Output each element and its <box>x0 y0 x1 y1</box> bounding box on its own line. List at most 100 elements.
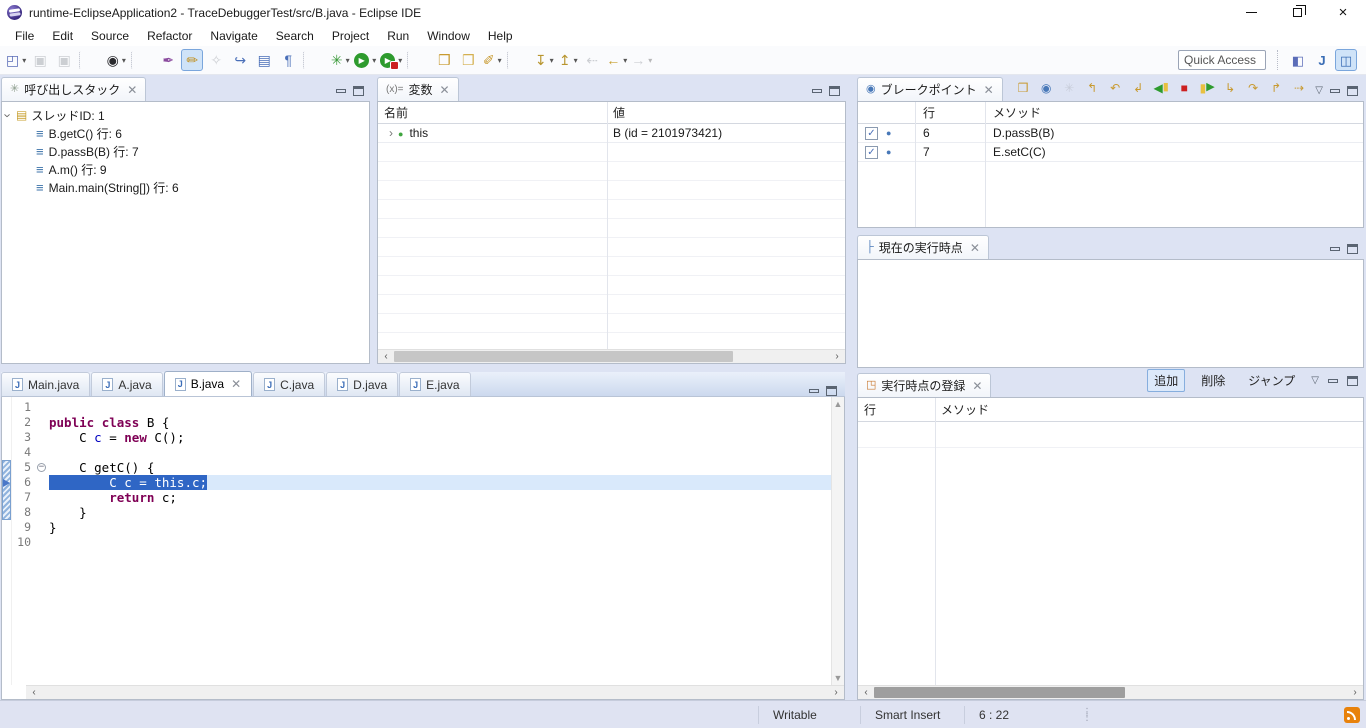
debug-trace-icon[interactable]: ✳ <box>1060 78 1079 97</box>
quick-access-input[interactable]: Quick Access <box>1178 50 1266 70</box>
dropdown-arrow-icon[interactable]: ▾ <box>574 56 578 65</box>
column-header-line[interactable]: 行 <box>915 104 985 121</box>
menu-item[interactable]: Edit <box>43 27 82 45</box>
scroll-up-icon[interactable]: ▲ <box>832 399 844 409</box>
close-icon[interactable]: ✕ <box>127 83 137 97</box>
step-backward-icon[interactable]: ◀ ▮ <box>1152 78 1171 97</box>
stack-frame-row[interactable]: ≡ Main.main(String[]) 行: 6 <box>2 178 369 196</box>
fold-collapse-icon[interactable]: − <box>37 463 46 472</box>
scroll-right-icon[interactable]: › <box>828 687 844 698</box>
scroll-left-icon[interactable]: ‹ <box>26 687 42 698</box>
editor-tab[interactable]: J B.java ✕ <box>164 371 252 396</box>
annotation-ruler[interactable] <box>2 397 12 685</box>
editor-tab[interactable]: J Main.java <box>1 372 90 396</box>
maximize-view-button[interactable] <box>826 386 837 396</box>
minimize-window-button[interactable] <box>1228 0 1274 25</box>
view-menu-icon[interactable]: ▽ <box>1311 376 1319 386</box>
dropdown-arrow-icon[interactable]: ▾ <box>122 56 126 65</box>
dropdown-arrow-icon[interactable]: ▾ <box>22 56 26 65</box>
open-resource-icon[interactable]: ❒ ▾ <box>457 49 479 71</box>
open-perspective-icon[interactable]: ◧ <box>1287 49 1309 71</box>
maximize-view-button[interactable] <box>1347 244 1358 254</box>
drag-handle-icon[interactable]: ⋮⋮ <box>1082 710 1092 720</box>
code-editor[interactable]: 12public class B {3 C c = new C();45− C … <box>12 397 831 685</box>
minimize-view-button[interactable] <box>1330 89 1340 93</box>
last-edit-location-icon[interactable]: ⇠ ▾ <box>581 49 603 71</box>
minimize-view-button[interactable] <box>336 89 346 93</box>
breakpoint-row[interactable]: ✓● 7 E.setC(C) <box>858 143 1363 162</box>
scroll-left-icon[interactable]: ‹ <box>378 351 394 362</box>
minimize-view-button[interactable] <box>809 389 819 393</box>
account-icon[interactable]: ◉ ▾ <box>105 49 127 71</box>
dropdown-arrow-icon[interactable]: ▾ <box>648 56 652 65</box>
reverse-step-return-icon[interactable]: ↲ <box>1129 78 1148 97</box>
next-annotation-icon[interactable]: ↧ ▾ <box>533 49 555 71</box>
save-icon[interactable]: ▣ ▾ <box>29 49 51 71</box>
stack-frame-row[interactable]: ≡ B.getC() 行: 6 <box>2 124 369 142</box>
maximize-view-button[interactable] <box>829 86 840 96</box>
dropdown-arrow-icon[interactable]: ▾ <box>372 56 376 65</box>
outline-view-icon[interactable]: ▤ ▾ <box>253 49 275 71</box>
dropdown-arrow-icon[interactable]: ▾ <box>498 56 502 65</box>
goto-annotation-icon[interactable]: ↪ ▾ <box>229 49 251 71</box>
menu-item[interactable]: Help <box>479 27 522 45</box>
code-line[interactable]: 6 C c = this.c; <box>12 475 831 490</box>
scroll-left-icon[interactable]: ‹ <box>858 687 874 698</box>
menu-item[interactable]: Refactor <box>138 27 201 45</box>
open-type-icon[interactable]: ❒ ▾ <box>433 49 455 71</box>
close-window-button[interactable]: × <box>1320 0 1366 25</box>
java-perspective-icon[interactable]: J <box>1311 49 1333 71</box>
close-icon[interactable]: ✕ <box>440 83 450 97</box>
breakpoint-checkbox[interactable]: ✓ <box>865 146 878 159</box>
step-over-icon[interactable]: ↷ <box>1244 78 1263 97</box>
step-return-icon[interactable]: ↱ <box>1267 78 1286 97</box>
variables-tab[interactable]: (x)= 変数 ✕ <box>377 77 459 101</box>
reverse-step-over-icon[interactable]: ↶ <box>1106 78 1125 97</box>
terminate-icon[interactable]: ■ <box>1175 78 1194 97</box>
step-into-icon[interactable]: ↳ <box>1221 78 1240 97</box>
dropdown-arrow-icon[interactable]: ▾ <box>346 56 350 65</box>
run-coverage-icon[interactable]: ▶ ▾ <box>379 49 403 71</box>
column-header-method[interactable]: メソッド <box>935 401 1363 418</box>
vertical-scrollbar[interactable]: ▲ ▼ <box>831 397 844 685</box>
open-trace-icon[interactable]: ❒ <box>1014 78 1033 97</box>
expander-icon[interactable]: › <box>384 126 398 140</box>
rss-feed-icon[interactable] <box>1344 707 1360 723</box>
breakpoint-set-icon[interactable]: ◉ <box>1037 78 1056 97</box>
menu-item[interactable]: Run <box>378 27 418 45</box>
close-icon[interactable]: ✕ <box>231 377 241 391</box>
stack-frame-row[interactable]: ≡ A.m() 行: 9 <box>2 160 369 178</box>
maximize-view-button[interactable] <box>353 86 364 96</box>
column-header-value[interactable]: 値 <box>607 104 845 121</box>
scroll-down-icon[interactable]: ▼ <box>832 673 844 683</box>
editor-tab[interactable]: J C.java <box>253 372 325 396</box>
dropdown-arrow-icon[interactable]: ▾ <box>623 56 627 65</box>
registry-action-button[interactable]: ジャンプ <box>1241 369 1302 392</box>
code-line[interactable]: 9} <box>12 520 831 535</box>
run-icon[interactable]: ▶ ▾ <box>353 49 377 71</box>
maximize-view-button[interactable] <box>1347 376 1358 386</box>
debug-icon[interactable]: ✳ ▾ <box>329 49 351 71</box>
new-wizard-icon[interactable]: ◰ ▾ <box>5 49 27 71</box>
view-menu-icon[interactable]: ▽ <box>1315 86 1323 96</box>
code-line[interactable]: 4 <box>12 445 831 460</box>
prev-annotation-icon[interactable]: ↥ ▾ <box>557 49 579 71</box>
maximize-view-button[interactable] <box>1347 86 1358 96</box>
menu-item[interactable]: Project <box>323 27 378 45</box>
breakpoint-checkbox[interactable]: ✓ <box>865 127 878 140</box>
run-to-line-icon[interactable]: ⇢ <box>1290 78 1309 97</box>
chevron-down-icon[interactable]: › <box>1 109 16 121</box>
editor-tab[interactable]: J D.java <box>326 372 398 396</box>
scroll-right-icon[interactable]: › <box>1347 687 1363 698</box>
stack-frame-row[interactable]: ≡ D.passB(B) 行: 7 <box>2 142 369 160</box>
breakpoint-row[interactable]: ✓● 6 D.passB(B) <box>858 124 1363 143</box>
trace-point-icon[interactable]: ✒ ▾ <box>157 49 179 71</box>
menu-item[interactable]: Source <box>82 27 138 45</box>
editor-tab[interactable]: J A.java <box>91 372 162 396</box>
show-whitespace-icon[interactable]: ¶ ▾ <box>277 49 299 71</box>
registry-action-button[interactable]: 削除 <box>1194 369 1232 392</box>
horizontal-scrollbar[interactable]: ‹ › <box>26 685 844 699</box>
minimize-view-button[interactable] <box>1328 379 1338 383</box>
code-line[interactable]: 5− C getC() { <box>12 460 831 475</box>
close-icon[interactable]: ✕ <box>972 379 982 393</box>
